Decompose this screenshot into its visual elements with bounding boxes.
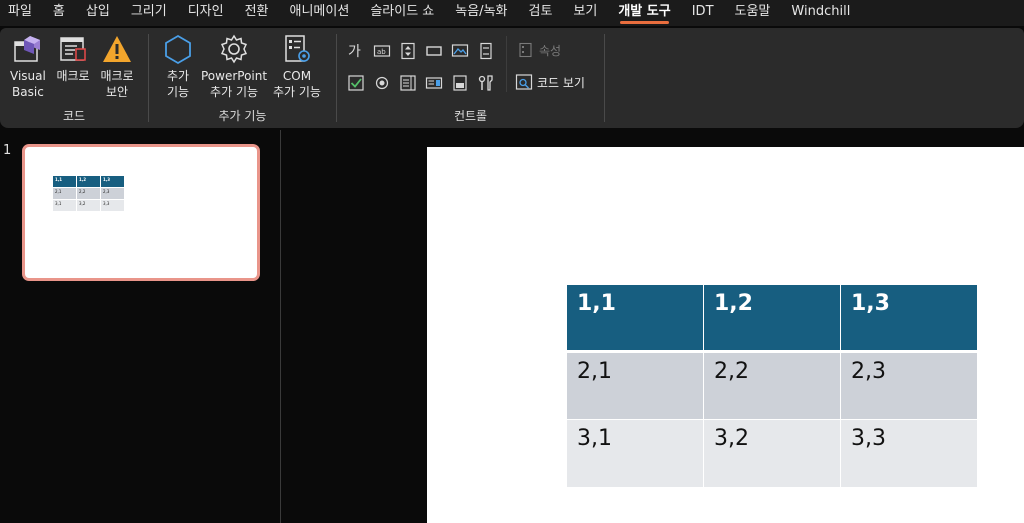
macros-icon: [56, 32, 90, 66]
macros-label: 매크로: [56, 69, 90, 83]
listbox-control-icon[interactable]: [398, 73, 418, 93]
table-row: 3,1 3,2 3,3: [566, 419, 978, 488]
scrollbar-control-icon[interactable]: [476, 41, 496, 61]
tab-file[interactable]: 파일: [8, 0, 32, 26]
tab-review[interactable]: 검토: [529, 0, 553, 26]
thumbnail-table: 1,1 1,2 1,3 2,1 2,2 2,3 3,1 3,2 3,3: [52, 175, 125, 212]
com-addins-button[interactable]: COM 추가 기능: [273, 32, 321, 100]
visual-basic-label-2: Basic: [12, 85, 44, 99]
tab-help[interactable]: 도움말: [735, 0, 771, 26]
table-cell[interactable]: 2,2: [703, 351, 841, 420]
combobox-control-icon[interactable]: [424, 73, 444, 93]
view-code-label: 코드 보기: [537, 75, 585, 90]
table-cell[interactable]: 3,1: [566, 419, 704, 488]
thumbnail-canvas: 1,1 1,2 1,3 2,1 2,2 2,3 3,1 3,2 3,3: [28, 150, 254, 275]
macro-security-button[interactable]: 매크로 보안: [100, 32, 134, 100]
visual-basic-icon: [11, 32, 45, 66]
slide-number: 1: [3, 143, 12, 158]
tab-transitions[interactable]: 전환: [245, 0, 269, 26]
code-group: Visual Basic 매크로 매크로 보안 코드: [0, 28, 148, 128]
table-row: 1,1 1,2 1,3: [566, 284, 978, 353]
tab-developer[interactable]: 개발 도구: [618, 0, 671, 26]
powerpoint-addins-label-2: 추가 기능: [210, 85, 259, 99]
menu-bar: 파일 홈 삽입 그리기 디자인 전환 애니메이션 슬라이드 쇼 녹음/녹화 검토…: [0, 0, 1024, 26]
com-addins-icon: [280, 32, 314, 66]
tab-home[interactable]: 홈: [53, 0, 65, 26]
thumb-cell: 2,1: [52, 187, 77, 200]
table-cell[interactable]: 2,1: [566, 351, 704, 420]
visual-basic-label-1: Visual: [10, 69, 46, 83]
addins-label-2: 기능: [166, 85, 190, 99]
tab-windchill[interactable]: Windchill: [791, 0, 850, 26]
svg-text:가: 가: [348, 44, 361, 60]
addins-button[interactable]: 추가 기능: [161, 32, 195, 100]
properties-icon: [517, 41, 535, 59]
checkbox-control-icon[interactable]: [346, 73, 366, 93]
slide-thumbnail[interactable]: 1,1 1,2 1,3 2,1 2,2 2,3 3,1 3,2 3,3: [22, 144, 260, 281]
thumb-cell: 1,1: [52, 175, 77, 188]
thumb-cell: 2,2: [76, 187, 101, 200]
powerpoint-addins-button[interactable]: PowerPoint 추가 기능: [201, 32, 267, 100]
option-button-icon[interactable]: [372, 73, 392, 93]
thumb-cell: 3,1: [52, 199, 77, 212]
table-cell[interactable]: 3,3: [840, 419, 978, 488]
command-button-icon[interactable]: [424, 41, 444, 61]
label-control-icon[interactable]: 가: [346, 41, 366, 61]
com-addins-label-2: 추가 기능: [273, 85, 321, 99]
tab-view[interactable]: 보기: [573, 0, 597, 26]
gear-icon: [217, 32, 251, 66]
slide-canvas[interactable]: 1,1 1,2 1,3 2,1 2,2 2,3 3,1 3,2 3,3: [427, 147, 1024, 523]
view-code-button[interactable]: 코드 보기: [515, 73, 585, 91]
properties-label: 속성: [539, 43, 562, 58]
tab-insert[interactable]: 삽입: [86, 0, 110, 26]
controls-inner-divider: [506, 36, 507, 92]
addins-label-1: 추가: [166, 69, 190, 83]
more-controls-icon[interactable]: [476, 73, 496, 93]
table-cell[interactable]: 1,1: [566, 284, 704, 353]
macro-security-label-1: 매크로: [100, 69, 134, 83]
com-addins-label-1: COM: [282, 69, 312, 83]
panel-divider[interactable]: [280, 130, 281, 523]
hexagon-icon: [161, 32, 195, 66]
thumb-cell: 3,3: [100, 199, 125, 212]
textbox-control-icon[interactable]: ab: [372, 41, 392, 61]
svg-text:ab: ab: [377, 48, 386, 56]
controls-group-label: 컨트롤: [453, 109, 488, 123]
spin-button-icon[interactable]: [398, 41, 418, 61]
addins-group-label: 추가 기능: [218, 109, 267, 123]
group-divider: [604, 34, 605, 122]
table-cell[interactable]: 1,2: [703, 284, 841, 353]
tab-design[interactable]: 디자인: [188, 0, 224, 26]
table-cell[interactable]: 2,3: [840, 351, 978, 420]
thumb-cell: 1,3: [100, 175, 125, 188]
tab-animations[interactable]: 애니메이션: [290, 0, 350, 26]
thumb-cell: 1,2: [76, 175, 101, 188]
table-row: 2,1 2,2 2,3: [566, 351, 978, 420]
thumb-cell: 3,2: [76, 199, 101, 212]
toggle-button-icon[interactable]: [450, 73, 470, 93]
powerpoint-addins-label-1: PowerPoint: [201, 69, 268, 83]
macros-button[interactable]: 매크로: [56, 32, 90, 84]
tab-slideshow[interactable]: 슬라이드 쇼: [370, 0, 434, 26]
tab-draw[interactable]: 그리기: [131, 0, 167, 26]
image-control-icon[interactable]: [450, 41, 470, 61]
table-cell[interactable]: 3,2: [703, 419, 841, 488]
slide-table[interactable]: 1,1 1,2 1,3 2,1 2,2 2,3 3,1 3,2 3,3: [566, 284, 978, 488]
code-group-label: 코드: [62, 109, 86, 123]
visual-basic-button[interactable]: Visual Basic: [10, 32, 46, 100]
ribbon: Visual Basic 매크로 매크로 보안 코드 추가 기능 PowerPo…: [0, 28, 1024, 128]
macro-security-label-2: 보안: [105, 85, 129, 99]
view-code-icon: [515, 73, 533, 91]
tab-idt[interactable]: IDT: [692, 0, 714, 26]
controls-group: 가 ab 속성 코드 보기 컨트롤: [337, 28, 604, 128]
thumb-cell: 2,3: [100, 187, 125, 200]
properties-button[interactable]: 속성: [517, 41, 561, 59]
tab-record[interactable]: 녹음/녹화: [455, 0, 507, 26]
addins-group: 추가 기능 PowerPoint 추가 기능 COM 추가 기능 추가 기능: [149, 28, 336, 128]
table-cell[interactable]: 1,3: [840, 284, 978, 353]
warning-icon: [100, 32, 134, 66]
